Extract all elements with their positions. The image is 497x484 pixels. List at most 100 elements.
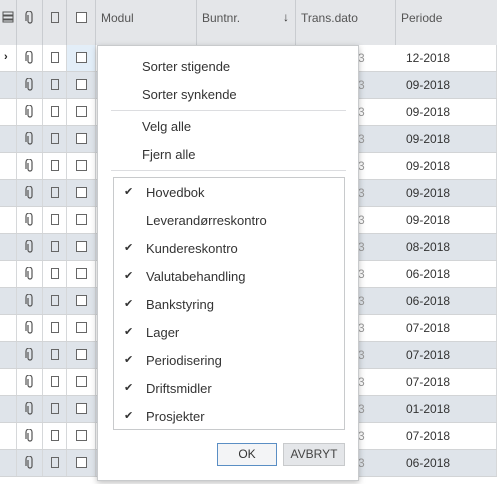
column-transdato[interactable]: Trans.dato — [296, 0, 396, 45]
row-attachment-cell[interactable] — [17, 45, 43, 71]
row-attachment-cell[interactable] — [17, 369, 43, 395]
periode-cell: 06-2018 — [396, 261, 497, 287]
filter-list-item[interactable]: ✔ Lager — [114, 319, 344, 347]
row-checkbox[interactable] — [76, 79, 87, 90]
row-checkbox[interactable] — [76, 295, 87, 306]
row-checkbox[interactable] — [76, 106, 87, 117]
row-attachment-cell[interactable] — [17, 207, 43, 233]
row-checkbox-cell[interactable] — [67, 396, 96, 422]
row-checkbox-cell[interactable] — [67, 315, 96, 341]
row-attachment-cell[interactable] — [17, 288, 43, 314]
transdato-partial-value: 3 — [358, 213, 365, 227]
row-document-cell[interactable] — [43, 180, 67, 206]
select-all-checkbox[interactable] — [76, 12, 87, 23]
column-transdato-label: Trans.dato — [301, 11, 358, 25]
row-attachment-cell[interactable] — [17, 396, 43, 422]
row-document-cell[interactable] — [43, 450, 67, 476]
cancel-button[interactable]: AVBRYT — [283, 443, 345, 466]
row-checkbox[interactable] — [76, 214, 87, 225]
periode-cell: 07-2018 — [396, 423, 497, 449]
row-checkbox[interactable] — [76, 457, 87, 468]
document-icon — [51, 349, 59, 360]
row-checkbox[interactable] — [76, 322, 87, 333]
row-checkbox[interactable] — [76, 160, 87, 171]
row-checkbox-cell[interactable] — [67, 423, 96, 449]
filter-list-item[interactable]: ✔ Periodisering — [114, 347, 344, 375]
row-checkbox[interactable] — [76, 241, 87, 252]
row-checkbox-cell[interactable] — [67, 72, 96, 98]
row-attachment-cell[interactable] — [17, 72, 43, 98]
row-checkbox-cell[interactable] — [67, 342, 96, 368]
row-attachment-cell[interactable] — [17, 99, 43, 125]
filter-list-item[interactable]: ✔ Valutabehandling — [114, 263, 344, 291]
clear-all-option[interactable]: Fjern alle — [142, 147, 195, 162]
select-all-option[interactable]: Velg alle — [142, 119, 191, 134]
row-document-cell[interactable] — [43, 423, 67, 449]
row-document-cell[interactable] — [43, 342, 67, 368]
row-document-cell[interactable] — [43, 126, 67, 152]
row-checkbox-cell[interactable] — [67, 180, 96, 206]
row-document-cell[interactable] — [43, 153, 67, 179]
row-checkbox-cell[interactable] — [67, 126, 96, 152]
row-checkbox-cell[interactable] — [67, 288, 96, 314]
column-modul-label: Modul — [101, 11, 134, 25]
row-indicator-cell — [0, 342, 17, 368]
row-checkbox-cell[interactable] — [67, 207, 96, 233]
checkmark-icon: ✔ — [124, 270, 134, 282]
row-checkbox-cell[interactable] — [67, 234, 96, 260]
row-attachment-cell[interactable] — [17, 153, 43, 179]
row-document-cell[interactable] — [43, 45, 67, 71]
column-periode[interactable]: Periode — [396, 0, 497, 45]
row-checkbox[interactable] — [76, 349, 87, 360]
row-document-cell[interactable] — [43, 234, 67, 260]
column-buntnr[interactable]: Buntnr. ↓ — [197, 0, 296, 45]
column-modul[interactable]: Modul — [96, 0, 197, 45]
row-checkbox[interactable] — [76, 133, 87, 144]
filter-list-item[interactable]: Leverandørreskontro — [114, 207, 344, 235]
row-checkbox-cell[interactable] — [67, 450, 96, 476]
ok-button[interactable]: OK — [217, 443, 277, 466]
row-document-cell[interactable] — [43, 315, 67, 341]
menu-divider — [111, 170, 346, 171]
row-document-cell[interactable] — [43, 369, 67, 395]
row-attachment-cell[interactable] — [17, 126, 43, 152]
row-checkbox-cell[interactable] — [67, 369, 96, 395]
document-icon — [51, 133, 59, 144]
row-checkbox[interactable] — [76, 403, 87, 414]
row-document-cell[interactable] — [43, 288, 67, 314]
row-attachment-cell[interactable] — [17, 261, 43, 287]
row-document-cell[interactable] — [43, 72, 67, 98]
row-checkbox-cell[interactable] — [67, 153, 96, 179]
row-document-cell[interactable] — [43, 261, 67, 287]
sort-ascending-option[interactable]: Sorter stigende — [142, 59, 230, 74]
row-checkbox[interactable] — [76, 430, 87, 441]
row-attachment-cell[interactable] — [17, 450, 43, 476]
filter-list-item[interactable]: ✔ Driftsmidler — [114, 375, 344, 403]
filter-list-item[interactable]: ✔ Prosjekter — [114, 403, 344, 431]
filter-list-item[interactable]: ✔ Kundereskontro — [114, 235, 344, 263]
row-document-cell[interactable] — [43, 207, 67, 233]
periode-cell: 09-2018 — [396, 99, 497, 125]
row-attachment-cell[interactable] — [17, 342, 43, 368]
row-checkbox-cell[interactable] — [67, 261, 96, 287]
row-document-cell[interactable] — [43, 396, 67, 422]
row-checkbox[interactable] — [76, 52, 87, 63]
row-attachment-cell[interactable] — [17, 234, 43, 260]
sort-descending-option[interactable]: Sorter synkende — [142, 87, 237, 102]
header-attachment-cell[interactable] — [17, 0, 43, 45]
filter-list-item[interactable]: ✔ Bankstyring — [114, 291, 344, 319]
row-checkbox[interactable] — [76, 268, 87, 279]
header-document-cell[interactable] — [43, 0, 67, 45]
row-checkbox[interactable] — [76, 376, 87, 387]
filter-value-list: ✔ Hovedbok Leverandørreskontro ✔ Kundereskon… — [113, 177, 345, 430]
filter-list-item[interactable]: ✔ Hovedbok — [114, 179, 344, 207]
row-attachment-cell[interactable] — [17, 423, 43, 449]
row-attachment-cell[interactable] — [17, 180, 43, 206]
row-document-cell[interactable] — [43, 99, 67, 125]
row-checkbox[interactable] — [76, 187, 87, 198]
header-list-cell[interactable] — [0, 0, 17, 45]
row-checkbox-cell[interactable] — [67, 99, 96, 125]
row-attachment-cell[interactable] — [17, 315, 43, 341]
header-checkbox-cell[interactable] — [67, 0, 96, 45]
row-checkbox-cell[interactable] — [67, 45, 96, 71]
